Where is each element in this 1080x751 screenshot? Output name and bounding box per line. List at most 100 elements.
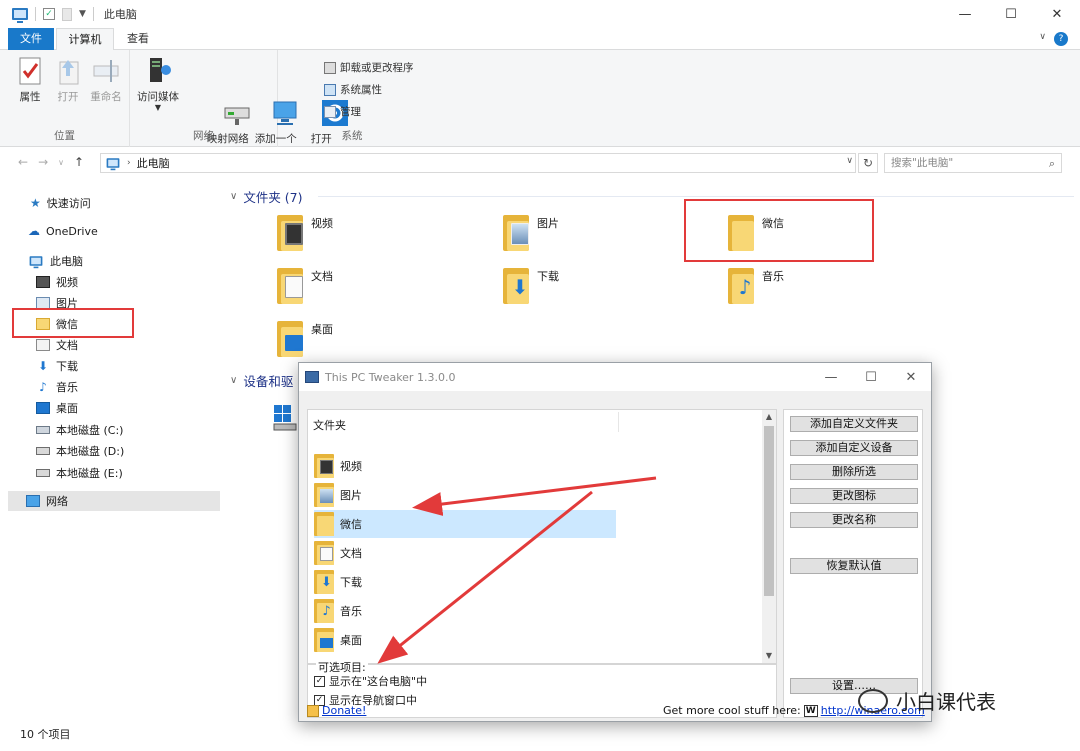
video-folder-icon xyxy=(277,215,303,251)
restore-defaults-button[interactable]: 恢复默认值 xyxy=(790,558,918,574)
folder-name: 文档 xyxy=(311,270,333,283)
navigation-pane: ★ 快速访问 ☁ OneDrive 此电脑 视频 图片 微信 文档 ⬇ 下载 ♪… xyxy=(0,177,222,717)
nav-quick-access[interactable]: ★ 快速访问 xyxy=(30,195,91,211)
nav-drive-d[interactable]: 本地磁盘 (D:) xyxy=(36,443,124,459)
nav-label: 文档 xyxy=(56,339,78,352)
devices-section-header[interactable]: ∨ 设备和驱 xyxy=(230,371,293,390)
folders-section-header[interactable]: ∨ 文件夹 (7) xyxy=(230,187,303,206)
refresh-button[interactable]: ↻ xyxy=(858,153,878,173)
tab-computer[interactable]: 计算机 xyxy=(56,28,114,51)
nav-documents[interactable]: 文档 xyxy=(36,337,78,353)
up-icon[interactable]: ↑ xyxy=(74,155,84,171)
list-item-downloads[interactable]: ⬇ 下载 xyxy=(314,568,616,596)
dialog-title-bar: This PC Tweaker 1.3.0.0 — ☐ ✕ xyxy=(299,363,931,391)
open-button[interactable]: 打开 xyxy=(50,56,86,104)
title-bar: ✓ ▼ 此电脑 — ☐ ✕ xyxy=(0,0,1080,28)
chevron-down-icon[interactable]: ▼ xyxy=(79,9,86,19)
nav-onedrive[interactable]: ☁ OneDrive xyxy=(28,224,98,238)
change-icon-button[interactable]: 更改图标 xyxy=(790,488,918,504)
chevron-down-icon[interactable]: ∨ xyxy=(846,156,853,166)
folder-list[interactable]: 文件夹 视频 图片 微信 文档 ⬇ 下载 ♪ 音乐 桌面 ▲ ▼ xyxy=(307,409,777,664)
nav-this-pc[interactable]: 此电脑 xyxy=(28,253,83,269)
uninstall-icon xyxy=(324,61,336,74)
documents-folder-icon xyxy=(277,268,303,304)
nav-downloads[interactable]: ⬇ 下载 xyxy=(36,358,78,374)
music-folder-icon: ♪ xyxy=(314,599,334,623)
add-custom-folder-button[interactable]: 添加自定义文件夹 xyxy=(790,416,918,432)
new-folder-quick-icon[interactable] xyxy=(62,7,72,21)
help-icon[interactable]: ? xyxy=(1054,32,1068,46)
drive-tile[interactable] xyxy=(272,403,298,433)
properties-label: 属性 xyxy=(19,91,41,103)
show-in-this-pc-checkbox[interactable]: ✓ 显示在"这台电脑"中 xyxy=(314,673,427,689)
folder-name: 图片 xyxy=(537,217,559,230)
nav-label: 此电脑 xyxy=(50,255,83,268)
system-properties-button[interactable]: 系统属性 xyxy=(324,82,382,97)
chevron-down-icon[interactable]: ∨ xyxy=(1039,32,1046,42)
breadcrumb[interactable]: 此电脑 xyxy=(137,155,170,171)
network-location-icon xyxy=(238,84,297,125)
ribbon-group-label: 系统 xyxy=(341,130,363,142)
nav-network[interactable]: 网络 xyxy=(8,491,220,511)
rename-button[interactable]: 重命名 xyxy=(86,56,126,104)
file-explorer-window: ✓ ▼ 此电脑 — ☐ ✕ 文件 计算机 查看 ∨ ? 属性 打开 重命名 位置… xyxy=(0,0,1080,751)
minimize-button[interactable]: — xyxy=(942,0,988,28)
list-item-music[interactable]: ♪ 音乐 xyxy=(314,597,616,625)
maximize-button[interactable]: ☐ xyxy=(851,363,891,391)
desktop-folder-icon xyxy=(314,628,334,652)
back-icon[interactable]: ← xyxy=(18,155,28,171)
tab-view[interactable]: 查看 xyxy=(116,28,160,50)
network-drive-icon xyxy=(190,84,250,125)
list-column-header[interactable]: 文件夹 xyxy=(313,417,346,433)
rename-button[interactable]: 更改名称 xyxy=(790,512,918,528)
drive-icon xyxy=(36,426,50,434)
nav-videos[interactable]: 视频 xyxy=(36,274,78,290)
nav-desktop[interactable]: 桌面 xyxy=(36,400,78,416)
tab-file[interactable]: 文件 xyxy=(8,28,54,50)
forward-icon[interactable]: → xyxy=(38,155,48,171)
list-item-videos[interactable]: 视频 xyxy=(314,452,616,480)
maximize-button[interactable]: ☐ xyxy=(988,0,1034,28)
dialog-window-controls: — ☐ ✕ xyxy=(811,363,931,391)
address-field[interactable]: › 此电脑 ∨ xyxy=(100,153,856,173)
scroll-up-icon[interactable]: ▲ xyxy=(762,410,776,424)
close-button[interactable]: ✕ xyxy=(891,363,931,391)
divider xyxy=(35,7,36,21)
folder-tile-music[interactable]: ♪ 音乐 xyxy=(728,268,784,304)
nav-music[interactable]: ♪ 音乐 xyxy=(36,379,78,395)
music-folder-icon: ♪ xyxy=(728,268,754,304)
this-pc-icon xyxy=(106,158,120,171)
access-media-button[interactable]: 访问媒体 ▼ xyxy=(134,56,182,112)
list-item-pictures[interactable]: 图片 xyxy=(314,481,616,509)
checkbox-checked-icon[interactable]: ✓ xyxy=(314,675,325,687)
chevron-down-icon[interactable]: ∨ xyxy=(58,155,64,171)
add-custom-device-button[interactable]: 添加自定义设备 xyxy=(790,440,918,456)
folder-tile-videos[interactable]: 视频 xyxy=(277,215,333,251)
scrollbar-thumb[interactable] xyxy=(764,426,774,596)
properties-quick-icon[interactable]: ✓ xyxy=(43,8,55,20)
watermark: 小白课代表 xyxy=(858,686,996,715)
list-item-documents[interactable]: 文档 xyxy=(314,539,616,567)
drive-icon xyxy=(36,447,50,455)
scroll-down-icon[interactable]: ▼ xyxy=(762,649,776,663)
chevron-right-icon[interactable]: › xyxy=(127,158,131,168)
folder-tile-documents[interactable]: 文档 xyxy=(277,268,333,304)
manage-button[interactable]: 管理 xyxy=(324,104,361,119)
folder-tile-desktop[interactable]: 桌面 xyxy=(277,321,333,357)
minimize-button[interactable]: — xyxy=(811,363,851,391)
properties-button[interactable]: 属性 xyxy=(10,56,50,104)
list-item-desktop[interactable]: 桌面 xyxy=(314,626,616,654)
delete-selected-button[interactable]: 删除所选 xyxy=(790,464,918,480)
folder-tile-downloads[interactable]: ⬇ 下载 xyxy=(503,268,559,304)
list-item-wechat[interactable]: 微信 xyxy=(314,510,616,538)
documents-folder-icon xyxy=(314,541,334,565)
folder-tile-pictures[interactable]: 图片 xyxy=(503,215,559,251)
nav-drive-e[interactable]: 本地磁盘 (E:) xyxy=(36,465,123,481)
vertical-scrollbar[interactable]: ▲ ▼ xyxy=(762,410,776,663)
close-button[interactable]: ✕ xyxy=(1034,0,1080,28)
uninstall-program-button[interactable]: 卸载或更改程序 xyxy=(324,60,414,75)
donate-link[interactable]: Donate! xyxy=(307,704,366,717)
nav-drive-c[interactable]: 本地磁盘 (C:) xyxy=(36,422,123,438)
address-bar-row: ← → ∨ ↑ › 此电脑 ∨ ↻ 搜索"此电脑" ⌕ xyxy=(0,147,1080,177)
search-input[interactable]: 搜索"此电脑" ⌕ xyxy=(884,153,1062,173)
